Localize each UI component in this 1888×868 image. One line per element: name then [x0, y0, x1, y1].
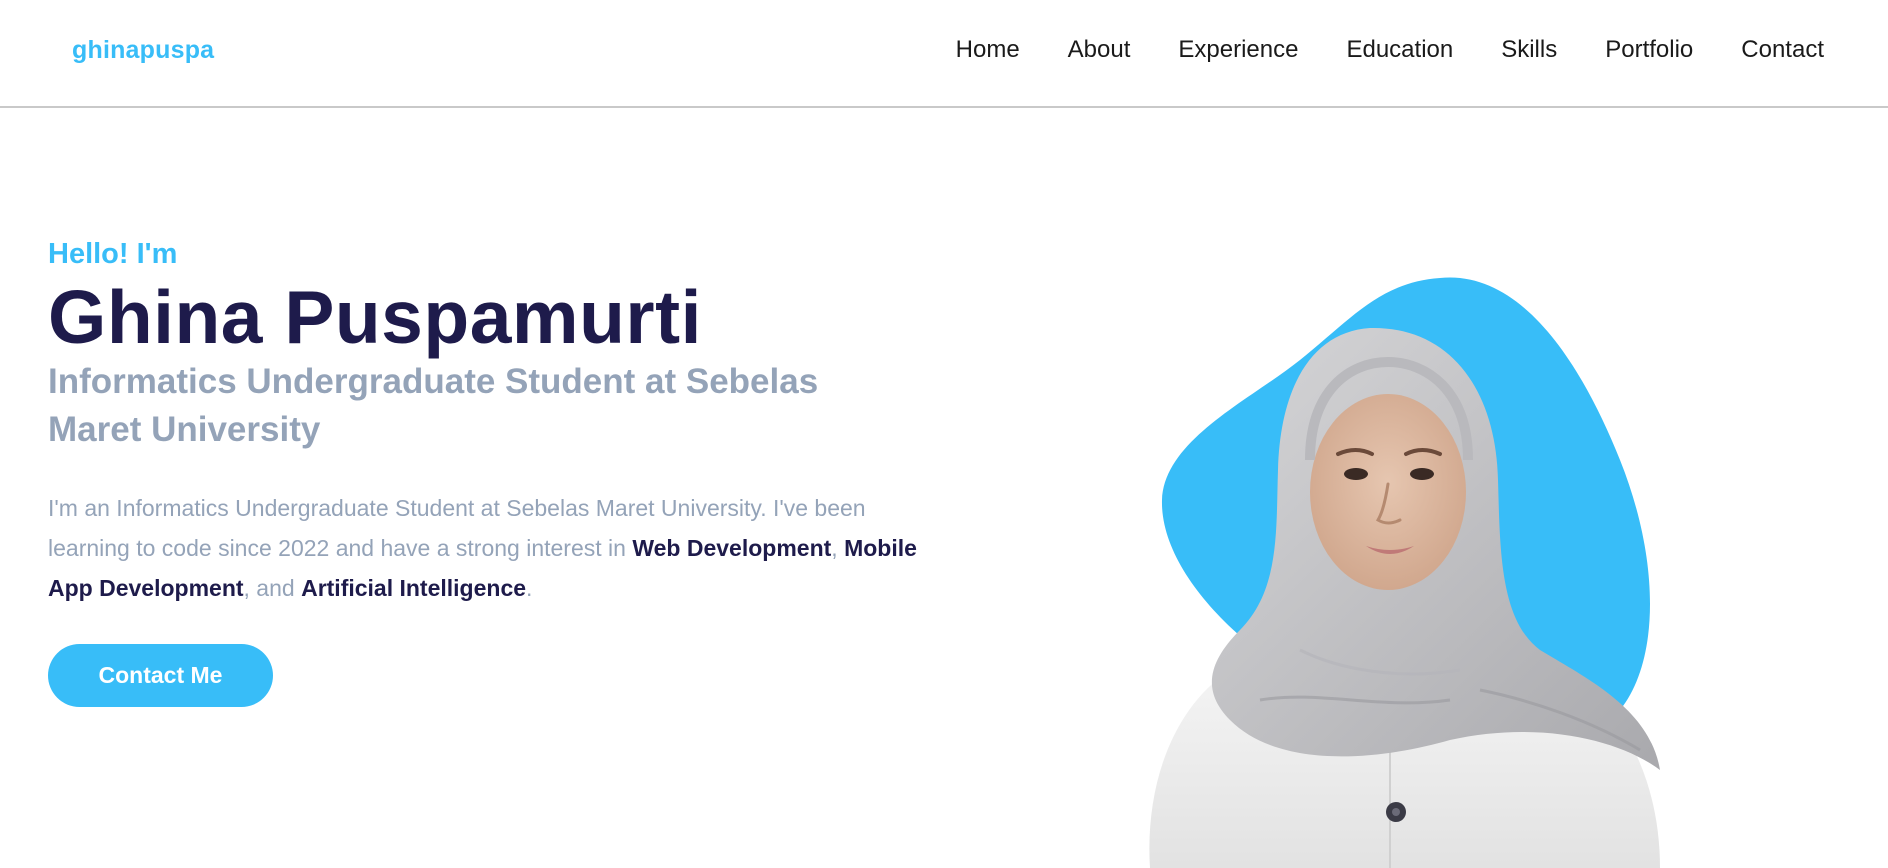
intro-text: . — [526, 575, 533, 601]
nav-link-experience[interactable]: Experience — [1178, 36, 1298, 63]
brand-logo[interactable]: ghinapuspa — [72, 36, 214, 65]
intro-highlight-web: Web Development — [632, 535, 832, 561]
navbar: ghinapuspa Home About Experience Educati… — [0, 0, 1888, 108]
hero-greeting: Hello! I'm — [48, 238, 178, 270]
nav-link-home[interactable]: Home — [956, 36, 1020, 63]
hero-role: Informatics Undergraduate Student at Seb… — [48, 362, 819, 449]
portrait-photo — [1120, 270, 1680, 868]
hero-section: Hello! I'm Ghina Puspamurti Informatics … — [48, 232, 928, 631]
nav-link-education[interactable]: Education — [1346, 36, 1453, 63]
nav-link-skills[interactable]: Skills — [1501, 36, 1557, 63]
hero-intro: I'm an Informatics Undergraduate Student… — [48, 488, 928, 608]
intro-text: , and — [243, 575, 302, 601]
intro-text: , — [831, 535, 845, 561]
nav-menu: Home About Experience Education Skills P… — [956, 36, 1824, 64]
nav-link-contact[interactable]: Contact — [1741, 36, 1824, 63]
contact-me-button[interactable]: Contact Me — [48, 644, 273, 707]
nav-link-about[interactable]: About — [1068, 36, 1131, 63]
hero-name: Ghina Puspamurti — [48, 275, 702, 359]
intro-highlight-ai: Artificial Intelligence — [301, 575, 527, 601]
nav-link-portfolio[interactable]: Portfolio — [1605, 36, 1693, 63]
